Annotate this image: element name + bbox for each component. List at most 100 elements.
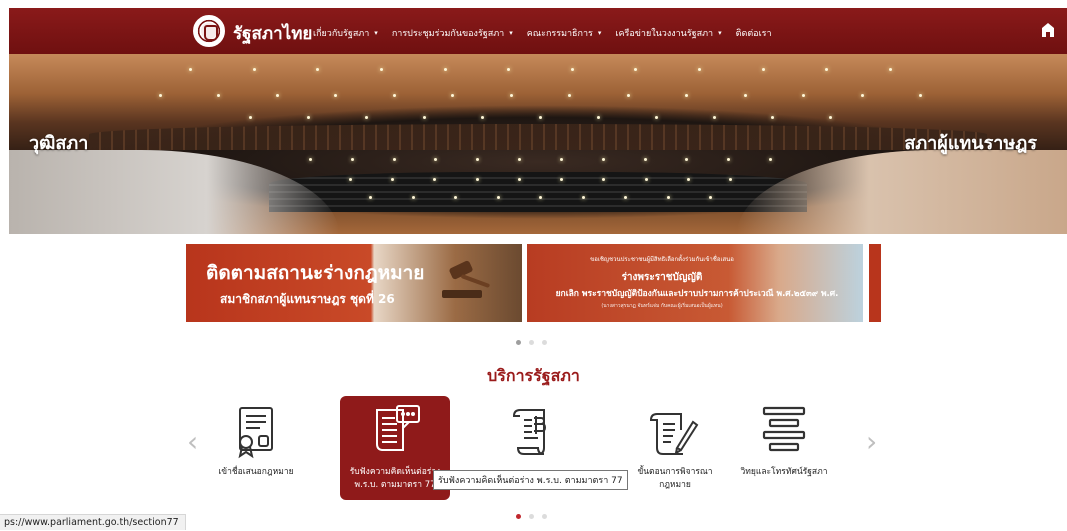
senate-link[interactable]: วุฒิสภา <box>29 128 88 157</box>
ceiling-light <box>559 158 563 161</box>
ceiling-light <box>334 94 338 97</box>
house-of-representatives-link[interactable]: สภาผู้แทนราษฎร <box>904 128 1037 157</box>
ceiling-light <box>601 158 605 161</box>
brand-name[interactable]: รัฐสภาไทย <box>233 20 312 47</box>
services-heading: บริการรัฐสภา <box>487 366 580 385</box>
promo-title: ติดตามสถานะร่างกฎหมาย <box>206 262 425 284</box>
broadcast-bars-icon <box>762 406 806 452</box>
ceiling-light <box>217 94 221 97</box>
ceiling-light <box>509 94 513 97</box>
service-law-procedure[interactable]: ขั้นตอนการพิจารณา กฎหมาย <box>618 396 728 500</box>
ceiling-light <box>643 158 647 161</box>
services-prev-arrow[interactable]: ‹ <box>187 428 198 456</box>
service-propose-law[interactable]: เข้าชื่อเสนอกฎหมาย <box>201 396 311 500</box>
top-nav-bar: รัฐสภาไทย เกี่ยวกับรัฐสภา ▾ การประชุมร่ว… <box>9 8 1067 54</box>
ceiling-light <box>275 94 279 97</box>
carousel-dot[interactable] <box>542 514 547 519</box>
ceiling-light <box>350 158 354 161</box>
ceiling-light <box>454 196 457 199</box>
ceiling-light <box>709 196 712 199</box>
ceiling-light <box>411 196 415 199</box>
ceiling-light <box>568 94 572 97</box>
ceiling-light <box>349 178 352 181</box>
ceiling-light <box>825 68 829 71</box>
ceiling-light <box>655 116 658 119</box>
service-parliament-radio-tv[interactable]: วิทยุและโทรทัศน์รัฐสภา <box>729 396 839 500</box>
promo-subtitle: สมาชิกสภาผู้แทนราษฎร ชุดที่ 26 <box>220 292 395 306</box>
menu-item-committees[interactable]: คณะกรรมาธิการ ▾ <box>527 26 602 40</box>
scroll-pen-icon <box>649 413 699 456</box>
home-icon[interactable] <box>1041 22 1055 38</box>
promo-banner-next-peek[interactable] <box>869 244 881 322</box>
ceiling-light <box>743 94 747 97</box>
services-next-arrow[interactable]: › <box>866 428 877 456</box>
main-menu: เกี่ยวกับรัฐสภา ▾ การประชุมร่วมกันของรัฐ… <box>313 26 772 40</box>
ceiling-light <box>443 68 447 71</box>
ceiling-light <box>309 158 312 161</box>
chevron-down-icon: ▾ <box>509 29 513 37</box>
document-certificate-icon <box>238 407 273 459</box>
document-chat-icon <box>376 405 420 451</box>
ceiling-light <box>889 68 892 71</box>
ceiling-light <box>729 178 732 181</box>
carousel-dot[interactable] <box>542 340 547 345</box>
ceiling-light <box>189 68 192 71</box>
ceiling-light <box>392 158 396 161</box>
ceiling-light <box>252 68 256 71</box>
ceiling-light <box>829 116 832 119</box>
ceiling-light <box>919 94 922 97</box>
ceiling-light <box>423 116 426 119</box>
ceiling-light <box>307 116 310 119</box>
chevron-down-icon: ▾ <box>597 29 602 37</box>
ceiling-light <box>727 158 731 161</box>
ceiling-light <box>481 116 484 119</box>
ceiling-light <box>249 116 252 119</box>
menu-item-contact[interactable]: ติดต่อเรา <box>736 26 772 40</box>
ceiling-light <box>685 94 689 97</box>
ceiling-light <box>365 116 368 119</box>
promo-banner-petition[interactable]: ขอเชิญชวนประชาชนผู้มีสิทธิเลือกตั้งร่วมก… <box>527 244 863 322</box>
chevron-down-icon: ▾ <box>374 29 378 37</box>
ceiling-light <box>476 158 480 161</box>
carousel-dot[interactable] <box>516 340 521 345</box>
promo-line: ร่างพระราชบัญญัติ <box>621 272 703 283</box>
ceiling-light <box>539 116 542 119</box>
ceiling-light <box>159 94 162 97</box>
ceiling-light <box>451 94 455 97</box>
ceiling-light <box>570 68 574 71</box>
ceiling-light <box>769 158 772 161</box>
carousel-dot[interactable] <box>529 340 534 345</box>
ceiling-light <box>698 68 702 71</box>
ceiling-light <box>379 68 383 71</box>
ceiling-light <box>624 196 627 199</box>
ceiling-light <box>507 68 511 71</box>
promo-line: (นางสาวสุรนาฏ จันทร์แจ่ม กับคณะผู้เริ่มเ… <box>601 303 723 309</box>
ceiling-light <box>434 158 438 161</box>
ceiling-light <box>771 116 774 119</box>
carousel-dot[interactable] <box>529 514 534 519</box>
ceiling-light <box>539 196 542 199</box>
ceiling-light <box>802 94 806 97</box>
ceiling-light <box>369 196 372 199</box>
ceiling-light <box>860 94 864 97</box>
menu-item-joint-sitting[interactable]: การประชุมร่วมกันของรัฐสภา ▾ <box>392 26 513 40</box>
menu-item-about[interactable]: เกี่ยวกับรัฐสภา ▾ <box>313 26 378 40</box>
ceiling-light <box>686 178 690 181</box>
menu-item-network[interactable]: เครือข่ายในวงงานรัฐสภา ▾ <box>615 26 721 40</box>
ceiling-light <box>626 94 630 97</box>
ceiling-light <box>496 196 500 199</box>
promo-line: ขอเชิญชวนประชาชนผู้มีสิทธิเลือกตั้งร่วมก… <box>590 256 734 263</box>
ceiling-light <box>316 68 320 71</box>
ceiling-light <box>518 158 522 161</box>
ceiling-light <box>634 68 638 71</box>
promo-line: ยกเลิก พระราชบัญญัติป้องกันและปราบปรามกา… <box>555 289 839 299</box>
ceiling-light <box>581 196 585 199</box>
tooltip: รับฟังความคิดเห็นต่อร่าง พ.ร.บ. ตามมาตรา… <box>433 470 628 490</box>
ceiling-light <box>713 116 716 119</box>
ceiling-light <box>517 178 521 181</box>
carousel-dot[interactable] <box>516 514 521 519</box>
parliament-emblem-icon[interactable] <box>193 15 225 47</box>
promo-banner-bill-status[interactable]: ติดตามสถานะร่างกฎหมาย สมาชิกสภาผู้แทนราษ… <box>186 244 522 322</box>
ceiling-light <box>761 68 765 71</box>
ceiling-light <box>392 94 396 97</box>
